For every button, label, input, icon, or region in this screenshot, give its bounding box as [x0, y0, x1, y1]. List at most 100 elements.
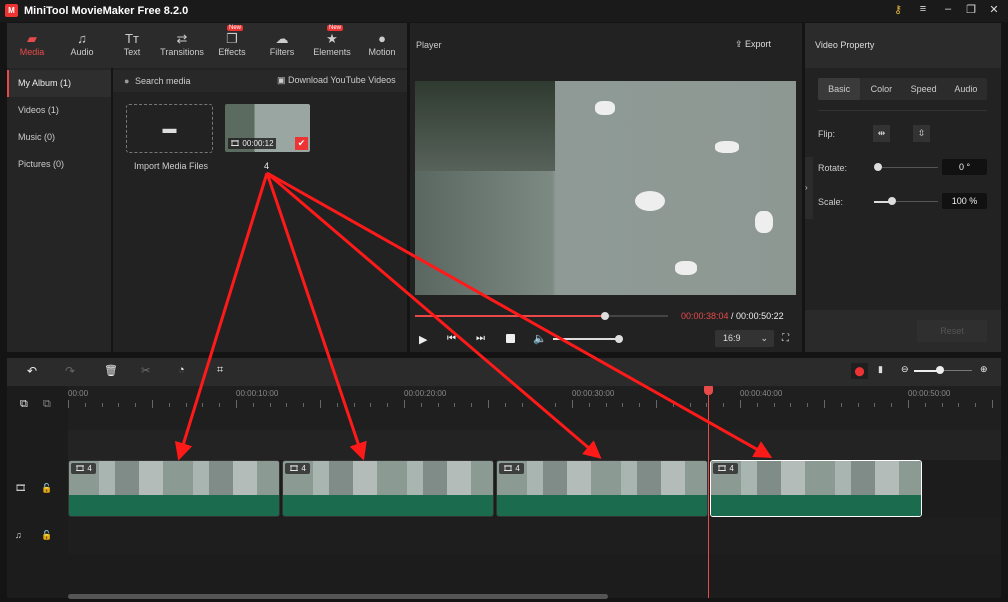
tab-label: Transitions — [160, 47, 204, 57]
text-icon: Tт — [125, 31, 139, 46]
ruler-tick — [185, 403, 187, 407]
lock-icon[interactable]: 🔓 — [41, 483, 52, 494]
video-track-icon: 🎞 — [15, 483, 27, 493]
progress-handle[interactable] — [600, 312, 609, 320]
ruler-label: 00:00:10:00 — [236, 389, 279, 398]
motion-icon: ● — [378, 31, 386, 46]
tab-elements[interactable]: ★ Elements New — [307, 23, 357, 68]
aspect-ratio-select[interactable]: 16:9 ⌄ — [715, 330, 774, 347]
audio-track-icon: ♫ — [15, 530, 22, 540]
media-clip-thumbnail[interactable]: 🎞 00:00:12 ✔ — [225, 104, 310, 152]
tab-text[interactable]: Tт Text — [107, 23, 157, 68]
ruler-tick — [723, 403, 725, 407]
play-button[interactable]: ▶ — [419, 333, 427, 346]
key-icon[interactable]: ⚷ — [890, 3, 906, 16]
delete-icon[interactable]: 🗑 — [104, 364, 118, 377]
filters-icon: ☁ — [275, 31, 289, 46]
snap-icon[interactable]: ⬤ — [851, 363, 868, 379]
split-icon[interactable]: ✂ — [141, 364, 150, 377]
tab-transitions[interactable]: ⇄ Transitions — [157, 23, 207, 68]
tab-effects[interactable]: ❐ Effects New — [207, 23, 257, 68]
flip-vertical-icon[interactable]: ⇳ — [913, 125, 930, 142]
ruler-label: 00:00 — [68, 389, 89, 398]
export-button[interactable]: ⇪ Export — [735, 39, 771, 50]
export-label: Export — [745, 39, 772, 49]
ruler-tick — [370, 403, 372, 407]
prev-frame-button[interactable]: ⏮ — [447, 333, 456, 344]
flip-horizontal-icon[interactable]: ⇹ — [873, 125, 890, 142]
tab-color[interactable]: Color — [860, 78, 902, 100]
zoom-handle[interactable] — [936, 366, 944, 374]
search-input[interactable]: Search media — [135, 76, 191, 86]
volume-icon[interactable]: 🔈 — [533, 332, 547, 345]
tab-audio[interactable]: Audio — [945, 78, 987, 100]
total-time: / 00:00:50:22 — [728, 311, 784, 321]
ruler-tick — [521, 403, 523, 407]
sidebar-item-music[interactable]: Music (0) — [7, 124, 111, 151]
tab-audio[interactable]: ♫ Audio — [57, 23, 107, 68]
minimize-button[interactable]: – — [940, 3, 956, 15]
scale-slider[interactable] — [874, 201, 938, 203]
sidebar-item-my-album[interactable]: My Album (1) — [7, 70, 111, 97]
download-youtube-button[interactable]: ▣ Download YouTube Videos — [277, 75, 396, 86]
sidebar-item-videos[interactable]: Videos (1) — [7, 97, 111, 124]
progress-bar[interactable] — [415, 315, 668, 317]
remove-track-icon[interactable]: ⧉ — [43, 398, 51, 411]
rotate-handle[interactable] — [874, 163, 882, 171]
check-icon[interactable]: ✔ — [295, 137, 308, 150]
video-preview — [415, 81, 796, 295]
restore-button[interactable]: ❐ — [963, 3, 979, 16]
fullscreen-icon[interactable]: ⛶ — [782, 333, 789, 344]
timeline-clip[interactable]: 🎞 4 — [68, 460, 280, 517]
clip-count: 4 — [87, 464, 92, 473]
volume-slider[interactable] — [553, 338, 619, 340]
scale-handle[interactable] — [888, 197, 896, 205]
tab-label: Audio — [70, 47, 94, 57]
flip-label: Flip: — [818, 129, 836, 139]
tab-speed[interactable]: Speed — [903, 78, 945, 100]
menu-icon[interactable]: ≡ — [915, 3, 931, 15]
fit-icon[interactable]: ▮ — [878, 364, 883, 375]
property-tabs: Basic Color Speed Audio — [818, 78, 987, 100]
zoom-out-icon[interactable]: ⊖ — [901, 364, 909, 375]
folder-icon: ▬ — [162, 120, 177, 136]
next-frame-button[interactable]: ⏭ — [476, 333, 485, 344]
rotate-field[interactable]: 0 ° — [942, 159, 987, 175]
horizontal-scrollbar[interactable] — [68, 594, 608, 599]
add-track-icon[interactable]: ⧉ — [20, 398, 28, 411]
stop-button[interactable] — [506, 334, 515, 343]
sidebar: My Album (1) Videos (1) Music (0) Pictur… — [7, 68, 111, 352]
timeline-clip[interactable]: 🎞 4 — [710, 460, 922, 517]
lock-icon[interactable]: 🔓 — [41, 530, 52, 541]
scale-field[interactable]: 100 % — [942, 193, 987, 209]
undo-icon[interactable]: ↶ — [27, 364, 37, 378]
tab-filters[interactable]: ☁ Filters — [257, 23, 307, 68]
rotate-slider[interactable] — [878, 167, 938, 168]
download-label: Download YouTube Videos — [288, 75, 396, 85]
film-icon: 🎞 — [503, 464, 514, 473]
search-icon: ● — [124, 76, 130, 86]
sidebar-item-pictures[interactable]: Pictures (0) — [7, 151, 111, 178]
clip-count: 4 — [301, 464, 306, 473]
reset-button[interactable]: Reset — [917, 320, 987, 342]
speed-icon[interactable]: ◔ — [178, 364, 185, 376]
collapse-panel-icon[interactable]: › — [805, 157, 813, 219]
zoom-in-icon[interactable]: ⊕ — [980, 364, 988, 375]
tab-media[interactable]: ▰ Media — [7, 23, 57, 68]
tab-motion[interactable]: ● Motion — [357, 23, 407, 68]
close-button[interactable]: ✕ — [986, 3, 1002, 16]
timeline-clip[interactable]: 🎞 4 — [496, 460, 708, 517]
ruler-tick — [219, 403, 221, 407]
import-media-button[interactable]: ▬ — [126, 104, 213, 153]
film-icon: 🎞 — [717, 464, 728, 473]
volume-handle[interactable] — [615, 335, 623, 343]
folder-icon: ▰ — [27, 31, 37, 46]
redo-icon[interactable]: ↷ — [65, 364, 75, 378]
ruler-tick — [303, 403, 305, 407]
clip-count: 4 — [515, 464, 520, 473]
playhead[interactable] — [704, 386, 714, 598]
tab-basic[interactable]: Basic — [818, 78, 861, 100]
crop-icon[interactable]: ⌗ — [217, 364, 223, 377]
timeline-clip[interactable]: 🎞 4 — [282, 460, 494, 517]
timeline-ruler[interactable]: 00:00 00:00:10:00 00:00:20:00 00:00:30:00 00… — [68, 386, 1001, 430]
